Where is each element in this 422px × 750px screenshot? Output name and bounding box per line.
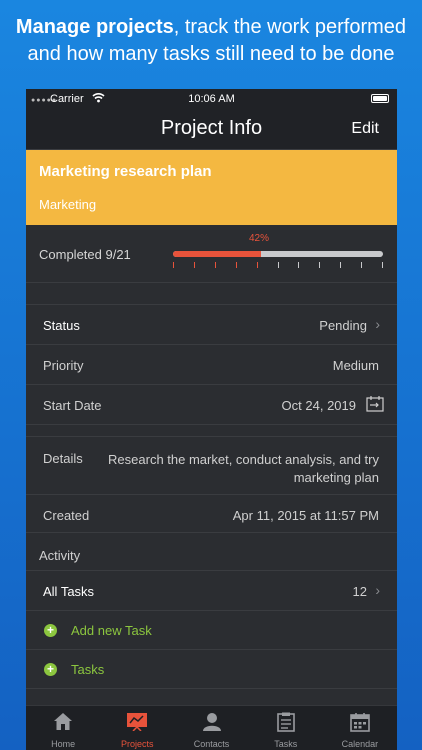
start-date-key: Start Date — [43, 398, 102, 413]
phone-screen: ●●●●● Carrier 10:06 AM Project Info Edit… — [26, 89, 397, 750]
progress-tick — [277, 262, 279, 268]
edit-button[interactable]: Edit — [351, 120, 379, 138]
progress-tick — [193, 262, 195, 268]
progress-ticks — [173, 262, 383, 268]
tab-calendar[interactable]: Calendar — [323, 706, 397, 750]
calendar-add-icon[interactable] — [366, 395, 384, 412]
add-tasks-row[interactable]: + Tasks — [26, 650, 397, 689]
status-key: Status — [43, 318, 80, 333]
progress-tick — [319, 262, 321, 268]
priority-row[interactable]: Priority Medium — [26, 345, 397, 385]
project-name: Marketing research plan — [39, 163, 212, 180]
details-value: Research the market, conduct analysis, a… — [108, 452, 379, 485]
status-row[interactable]: Status Pending › — [26, 305, 397, 345]
progress-tick — [340, 262, 342, 268]
progress-tick — [173, 262, 174, 268]
details-key: Details — [43, 451, 83, 466]
projects-icon — [127, 713, 148, 731]
section-gap — [26, 425, 397, 437]
tab-calendar-label: Calendar — [341, 739, 379, 749]
progress-tick — [214, 262, 216, 268]
tab-tasks-label: Tasks — [274, 739, 298, 749]
chevron-right-icon: › — [375, 582, 380, 598]
status-value: Pending — [319, 318, 367, 333]
promo-headline-bold: Manage projects — [15, 16, 174, 38]
progress-tick — [361, 262, 363, 268]
tab-contacts-label: Contacts — [193, 739, 230, 749]
tab-contacts[interactable]: Contacts — [174, 706, 248, 750]
tab-tasks[interactable]: Tasks — [249, 706, 323, 750]
tab-bar: Home Projects Contacts Tasks Calendar — [26, 705, 397, 750]
progress-tick — [298, 262, 300, 268]
activity-label: Activity — [39, 548, 81, 563]
start-date-row[interactable]: Start Date Oct 24, 2019 — [26, 385, 397, 425]
navigation-bar: Project Info Edit — [26, 109, 397, 150]
progress-tick — [235, 262, 237, 268]
add-new-task-row[interactable]: + Add new Task — [26, 611, 397, 650]
promo-subline: and how many tasks still need to be done — [27, 43, 395, 65]
chevron-right-icon: › — [375, 316, 380, 332]
project-category: Marketing — [39, 197, 97, 212]
priority-value: Medium — [332, 358, 379, 373]
tab-projects-label: Projects — [121, 739, 154, 749]
project-banner: Marketing research plan Marketing — [26, 150, 397, 225]
priority-key: Priority — [43, 358, 84, 373]
activity-section-header: Activity — [26, 533, 397, 571]
add-new-task-label: Add new Task — [71, 623, 152, 638]
created-row: Created Apr 11, 2015 at 11:57 PM — [26, 495, 397, 533]
progress-tick — [256, 262, 258, 268]
home-icon — [54, 713, 73, 730]
progress-row: Completed 9/21 42% — [26, 225, 397, 283]
plus-circle-icon: + — [44, 663, 57, 676]
progress-bar — [173, 251, 383, 257]
promo-headline: Manage projects, track the work performe… — [0, 14, 422, 68]
battery-icon — [371, 94, 389, 103]
status-bar: ●●●●● Carrier 10:06 AM — [26, 89, 397, 109]
tasks-label: Tasks — [71, 662, 105, 677]
contacts-icon — [202, 713, 221, 731]
created-key: Created — [43, 508, 90, 523]
all-tasks-label: All Tasks — [43, 584, 95, 599]
start-date-value: Oct 24, 2019 — [281, 398, 356, 413]
section-gap — [26, 283, 397, 305]
all-tasks-count: 12 — [352, 584, 367, 599]
completed-label: Completed 9/21 — [39, 247, 131, 262]
details-row: Details Research the market, conduct ana… — [26, 437, 397, 495]
progress-percent: 42% — [249, 233, 270, 244]
all-tasks-row[interactable]: All Tasks 12 › — [26, 571, 397, 611]
created-value: Apr 11, 2015 at 11:57 PM — [232, 508, 379, 523]
page-title: Project Info — [160, 117, 263, 139]
promo-headline-rest: , track the work performed — [173, 16, 407, 38]
clock: 10:06 AM — [188, 93, 235, 105]
progress-tick — [382, 262, 383, 268]
tasks-icon — [276, 712, 295, 732]
tab-projects[interactable]: Projects — [100, 706, 174, 750]
calendar-icon — [350, 713, 370, 732]
tab-home-label: Home — [51, 739, 76, 749]
tab-home[interactable]: Home — [26, 706, 100, 750]
plus-circle-icon: + — [44, 624, 57, 637]
progress-bar-fill — [173, 251, 262, 257]
